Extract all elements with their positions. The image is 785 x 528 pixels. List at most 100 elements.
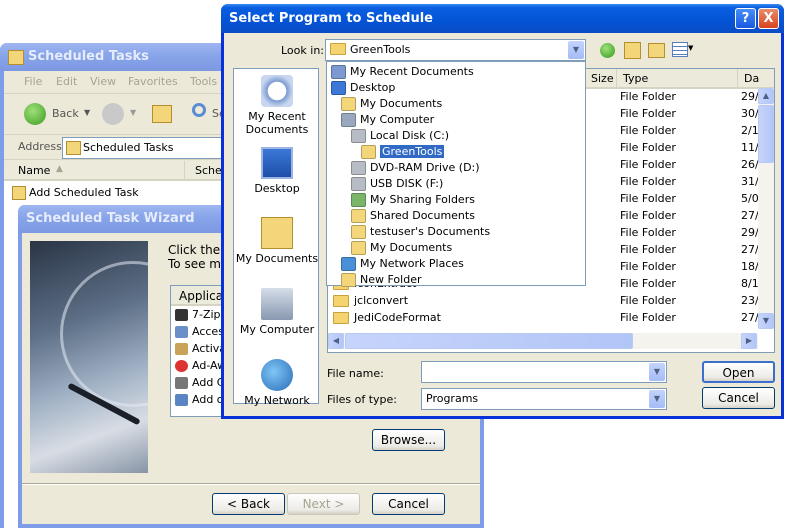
dropdown-item-icon	[351, 177, 366, 191]
menu-favorites[interactable]: Favorites	[128, 75, 178, 88]
column-header-type[interactable]: Type	[617, 69, 738, 89]
vertical-scrollbar[interactable]: ▲ ▼	[758, 88, 774, 329]
dropdown-item[interactable]: My Documents	[351, 239, 452, 256]
back-label[interactable]: Back	[52, 107, 79, 120]
list-item[interactable]: Activa	[175, 342, 226, 355]
column-header-name[interactable]: Name ▲	[4, 161, 185, 181]
file-row-type: File Folder	[620, 124, 676, 137]
dropdown-item-label: My Computer	[360, 113, 435, 126]
forward-dropdown-icon[interactable]: ▼	[130, 108, 136, 117]
dropdown-item-icon	[351, 225, 366, 239]
file-row-type: File Folder	[620, 277, 676, 290]
help-button[interactable]: ?	[735, 8, 756, 29]
app-icon	[175, 343, 188, 355]
dropdown-item[interactable]: My Documents	[341, 95, 442, 112]
scroll-up-button[interactable]: ▲	[758, 88, 774, 104]
open-button[interactable]: Open	[702, 361, 775, 383]
app-icon	[175, 309, 188, 321]
file-name-dropdown-arrow-icon[interactable]: ▼	[649, 363, 665, 381]
places-desktop[interactable]: Desktop	[234, 147, 320, 195]
wizard-next-button[interactable]: Next >	[287, 493, 360, 515]
back-arrow-icon[interactable]	[24, 103, 46, 125]
list-item[interactable]: Add C	[175, 376, 224, 389]
scroll-down-button[interactable]: ▼	[758, 313, 774, 329]
search-icon[interactable]	[192, 103, 206, 117]
dropdown-item[interactable]: Shared Documents	[351, 207, 475, 224]
list-item[interactable]: Add o	[175, 393, 224, 406]
forward-arrow-icon[interactable]	[102, 103, 124, 125]
dropdown-item[interactable]: My Computer	[341, 111, 434, 128]
view-menu-icon[interactable]	[672, 42, 688, 57]
scroll-right-button[interactable]: ▶	[741, 333, 757, 349]
files-of-type-combo[interactable]: Programs ▼	[421, 388, 667, 410]
places-my-computer[interactable]: My Computer	[234, 288, 320, 336]
menu-tools[interactable]: Tools	[190, 75, 217, 88]
go-back-icon[interactable]	[600, 43, 615, 58]
file-row-type: File Folder	[620, 260, 676, 273]
dropdown-item[interactable]: GreenTools	[361, 143, 446, 160]
dropdown-item[interactable]: testuser's Documents	[351, 223, 490, 240]
files-of-type-dropdown-arrow-icon[interactable]: ▼	[649, 390, 665, 408]
browse-button[interactable]: Browse...	[372, 429, 445, 451]
dropdown-item[interactable]: New Folder	[341, 271, 421, 288]
up-one-level-icon[interactable]	[624, 42, 641, 59]
places-my-documents[interactable]: My Documents	[234, 217, 320, 265]
file-row-type: File Folder	[620, 141, 676, 154]
up-folder-icon[interactable]	[152, 105, 172, 123]
dialog-cancel-button[interactable]: Cancel	[702, 387, 775, 409]
dropdown-item-label: My Recent Documents	[350, 65, 474, 78]
address-value: Scheduled Tasks	[83, 141, 174, 154]
list-item[interactable]: 7-Zip	[175, 308, 221, 321]
my-network-icon	[261, 359, 293, 391]
vertical-scroll-thumb[interactable]	[758, 105, 774, 163]
look-in-dropdown-arrow-icon[interactable]: ▼	[568, 41, 584, 59]
dropdown-item[interactable]: Local Disk (C:)	[351, 127, 449, 144]
menu-file[interactable]: File	[24, 75, 42, 88]
horizontal-scroll-thumb[interactable]	[345, 333, 633, 349]
places-recent[interactable]: My Recent Documents	[234, 75, 320, 136]
add-task-icon	[12, 186, 26, 200]
file-row-date: 29/	[741, 90, 759, 103]
dropdown-item[interactable]: My Sharing Folders	[351, 191, 475, 208]
file-row-type: File Folder	[620, 243, 676, 256]
dropdown-item[interactable]: My Network Places	[341, 255, 464, 272]
file-row-date: 23/	[741, 294, 759, 307]
list-item[interactable]: Ad-Aw	[175, 359, 226, 372]
app-label: Acces	[192, 325, 224, 338]
wizard-back-button[interactable]: < Back	[212, 493, 285, 515]
dialog-title-bar[interactable]: Select Program to Schedule ? X	[221, 4, 784, 33]
folder-icon	[333, 312, 349, 324]
back-dropdown-icon[interactable]: ▼	[84, 108, 90, 117]
file-row[interactable]: JediCodeFormat File Folder 27/	[328, 309, 759, 326]
dropdown-item[interactable]: USB DISK (F:)	[351, 175, 443, 192]
dropdown-item-icon	[331, 65, 346, 79]
scroll-left-button[interactable]: ◀	[328, 333, 344, 349]
dropdown-item-label: Desktop	[350, 81, 396, 94]
column-header-date[interactable]: Da	[738, 69, 774, 89]
add-task-label: Add Scheduled Task	[29, 186, 139, 199]
column-header-size[interactable]: Size	[586, 69, 617, 89]
dropdown-item-icon	[341, 97, 356, 111]
file-row[interactable]: jclconvert File Folder 23/	[328, 292, 759, 309]
dropdown-item[interactable]: Desktop	[331, 79, 395, 96]
dropdown-item-label: My Documents	[370, 241, 453, 254]
places-my-network[interactable]: My Network	[234, 359, 320, 407]
file-row-date: 31/	[741, 175, 759, 188]
list-item[interactable]: Acces	[175, 325, 224, 338]
file-row-type: File Folder	[620, 226, 676, 239]
look-in-dropdown-list[interactable]: My Recent Documents Desktop My Documents My…	[326, 61, 586, 288]
dropdown-item[interactable]: DVD-RAM Drive (D:)	[351, 159, 480, 176]
look-in-combo[interactable]: GreenTools ▼	[325, 39, 586, 61]
horizontal-scrollbar[interactable]: ◀ ▶	[328, 333, 758, 349]
close-button[interactable]: X	[758, 8, 779, 29]
file-row-date: 30/	[741, 107, 759, 120]
menu-view[interactable]: View	[90, 75, 116, 88]
dropdown-item-label: My Sharing Folders	[370, 193, 475, 206]
dropdown-item-label: DVD-RAM Drive (D:)	[370, 161, 480, 174]
wizard-cancel-button[interactable]: Cancel	[372, 493, 445, 515]
menu-edit[interactable]: Edit	[56, 75, 77, 88]
dropdown-item[interactable]: My Recent Documents	[331, 63, 474, 80]
view-menu-dropdown-icon[interactable]: ▼	[688, 44, 693, 52]
file-name-combo[interactable]: ▼	[421, 361, 667, 383]
new-folder-icon[interactable]	[648, 43, 665, 58]
